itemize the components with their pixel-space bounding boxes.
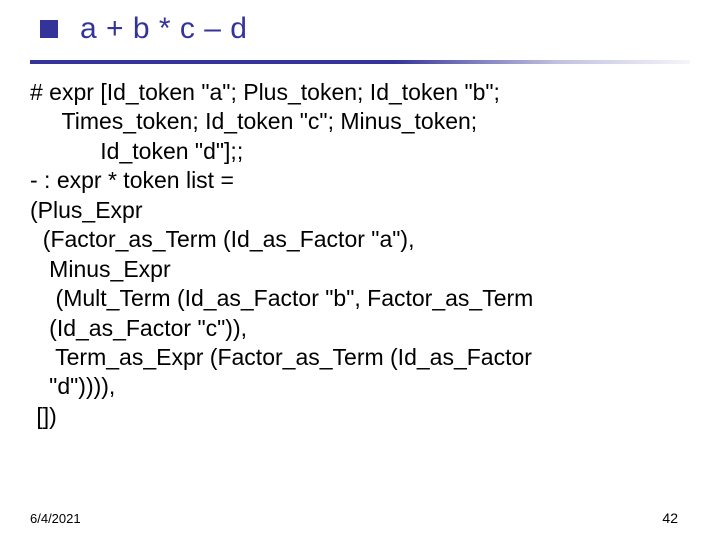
body-content: # expr [Id_token "a"; Plus_token; Id_tok… [30, 78, 690, 431]
code-line: Minus_Expr [30, 255, 690, 284]
slide: a + b * c – d # expr [Id_token "a"; Plus… [0, 0, 720, 540]
code-line: Times_token; Id_token "c"; Minus_token; [30, 107, 690, 136]
code-line: - : expr * token list = [30, 166, 690, 195]
title-bullet-icon [40, 20, 58, 38]
footer-page-number: 42 [662, 510, 678, 526]
code-line: (Mult_Term (Id_as_Factor "b", Factor_as_… [30, 284, 690, 313]
code-line: Id_token "d"];; [30, 137, 690, 166]
title-row: a + b * c – d [40, 12, 690, 46]
code-line: (Id_as_Factor "c")), [30, 314, 690, 343]
code-line: # expr [Id_token "a"; Plus_token; Id_tok… [30, 78, 690, 107]
slide-title: a + b * c – d [80, 12, 247, 46]
code-line: Term_as_Expr (Factor_as_Term (Id_as_Fact… [30, 343, 690, 372]
code-line: "d")))), [30, 372, 690, 401]
code-line: []) [30, 402, 690, 431]
footer-date: 6/4/2021 [30, 511, 81, 526]
code-line: (Plus_Expr [30, 196, 690, 225]
title-divider [30, 60, 690, 64]
code-line: (Factor_as_Term (Id_as_Factor "a"), [30, 225, 690, 254]
